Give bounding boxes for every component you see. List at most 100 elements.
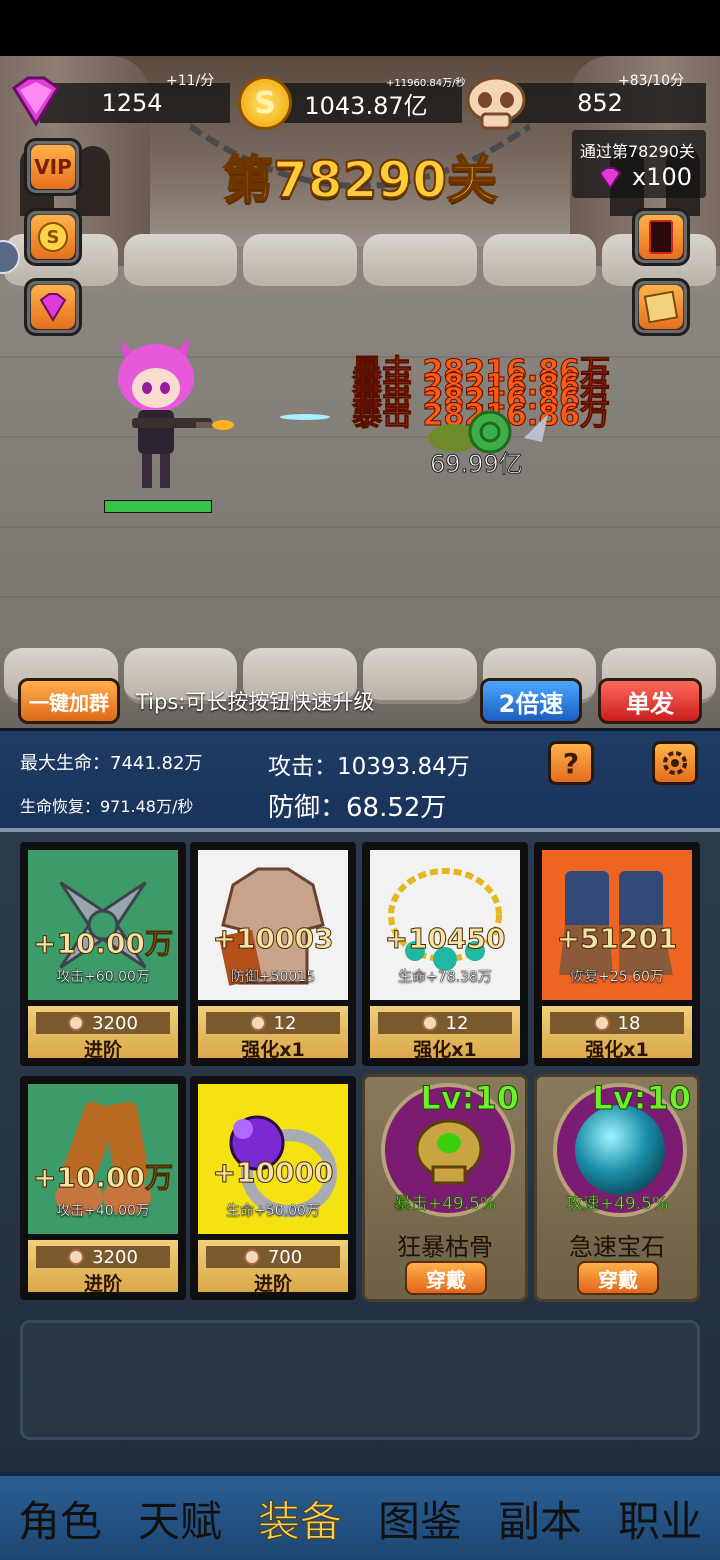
cost-value: 18 bbox=[617, 1012, 641, 1034]
equip-substat: 防御+50015 bbox=[230, 969, 316, 985]
gold-rate: +11960.84万/秒 bbox=[386, 78, 466, 89]
nav-collection[interactable]: 图鉴 bbox=[378, 1488, 462, 1549]
orb-icon bbox=[575, 1105, 665, 1195]
player-hp-fill bbox=[105, 501, 211, 512]
fire-mode-button[interactable]: 单发 bbox=[598, 678, 702, 724]
equip-substat: 攻击+40.00万 bbox=[56, 1203, 150, 1219]
join-group-button[interactable]: 一键加群 bbox=[18, 678, 120, 724]
equip-slot-boots[interactable]: +51201 恢复+25.60万 18 强化x1 bbox=[534, 842, 700, 1066]
card-button[interactable] bbox=[632, 208, 690, 266]
equip-gem-button[interactable]: 穿戴 bbox=[405, 1261, 487, 1295]
bottom-nav: 角色 天赋 装备 图鉴 副本 职业 bbox=[0, 1472, 720, 1560]
nav-equipment[interactable]: 装备 bbox=[257, 1488, 342, 1549]
player-hp-bar bbox=[104, 500, 212, 513]
gold-coin-icon: S bbox=[238, 76, 292, 130]
gold-count: 1043.87亿 bbox=[304, 91, 428, 120]
upgrade-action: 强化x1 bbox=[413, 1039, 477, 1061]
gem-slot-speed-gem[interactable]: Lv:10 攻速+49.5% 急速宝石 穿戴 bbox=[534, 1074, 700, 1302]
cards-collection-button[interactable] bbox=[632, 278, 690, 336]
nav-talent[interactable]: 天赋 bbox=[138, 1488, 222, 1549]
gem-icon bbox=[11, 76, 61, 127]
equip-slot-gloves[interactable]: +10.00万 攻击+40.00万 3200 进阶 bbox=[20, 1076, 186, 1300]
upgrade-action: 进阶 bbox=[253, 1273, 292, 1295]
equip-substat: 攻击+60.00万 bbox=[56, 969, 150, 985]
defense-stat: 防御：68.52万 bbox=[268, 793, 447, 823]
regen-stat: 生命恢复：971.48万/秒 bbox=[20, 797, 194, 816]
card-icon bbox=[649, 220, 673, 254]
help-button[interactable]: ? bbox=[548, 741, 594, 785]
cost-value: 12 bbox=[445, 1012, 469, 1034]
gem-level: Lv:10 bbox=[592, 1079, 692, 1118]
enemy-hp-text: 69.99亿 bbox=[430, 450, 524, 479]
upgrade-button[interactable]: 18 强化x1 bbox=[542, 1006, 692, 1061]
gear-icon bbox=[663, 751, 687, 775]
nav-dungeon[interactable]: 副本 bbox=[498, 1488, 582, 1549]
equip-slot-ring[interactable]: +10000 生命+50.00万 700 进阶 bbox=[190, 1076, 356, 1300]
vip-label: VIP bbox=[31, 145, 75, 189]
player-character bbox=[118, 338, 218, 488]
skull-icon bbox=[249, 1015, 266, 1031]
gem-slot-berserk-bone[interactable]: Lv:10 暴击+49.5% 狂暴枯骨 穿戴 bbox=[362, 1074, 528, 1302]
speed-button[interactable]: 2倍速 bbox=[480, 678, 582, 724]
upgrade-cost: 3200 bbox=[36, 1246, 170, 1268]
upgrade-cost: 700 bbox=[206, 1246, 340, 1268]
gold-shop-button[interactable]: S bbox=[24, 208, 82, 266]
tips-text: Tips:可长按按钮快速升级 bbox=[136, 690, 375, 714]
attack-stat: 攻击：10393.84万 bbox=[268, 754, 470, 780]
gem-bonus: 暴击+49.5% bbox=[393, 1194, 497, 1215]
gem-shop-button[interactable] bbox=[24, 278, 82, 336]
equip-plus: +10003 bbox=[212, 922, 334, 956]
upgrade-action: 强化x1 bbox=[585, 1039, 649, 1061]
equip-slot-necklace[interactable]: +10450 生命+78.38万 12 强化x1 bbox=[362, 842, 528, 1066]
upgrade-button[interactable]: 12 强化x1 bbox=[370, 1006, 520, 1061]
cost-value: 700 bbox=[267, 1246, 303, 1268]
settings-button[interactable] bbox=[652, 741, 698, 785]
gem-name: 急速宝石 bbox=[569, 1233, 665, 1261]
reward-amount: x100 bbox=[632, 163, 693, 191]
upgrade-button[interactable]: 3200 进阶 bbox=[28, 1240, 178, 1295]
vip-button[interactable]: VIP bbox=[24, 138, 82, 196]
equip-plus: +51201 bbox=[556, 922, 678, 956]
stage-title: 第78290关 bbox=[222, 150, 498, 210]
equip-slot-armor[interactable]: +10003 防御+50015 12 强化x1 bbox=[190, 842, 356, 1066]
stage-reward: 通过第78290关 x100 bbox=[572, 130, 706, 198]
equip-gem-button[interactable]: 穿戴 bbox=[577, 1261, 659, 1295]
upgrade-button[interactable]: 700 进阶 bbox=[198, 1240, 348, 1295]
gem-rate: +11/分 bbox=[166, 73, 215, 89]
bullet bbox=[280, 414, 330, 420]
equip-substat: 恢复+25.60万 bbox=[570, 969, 664, 985]
upgrade-cost: 12 bbox=[378, 1012, 512, 1034]
gem-bonus: 攻速+49.5% bbox=[565, 1194, 669, 1215]
skull-icon bbox=[243, 1249, 260, 1265]
equip-plus: +10450 bbox=[384, 922, 506, 956]
upgrade-action: 强化x1 bbox=[241, 1039, 305, 1061]
upgrade-action: 进阶 bbox=[83, 1039, 122, 1061]
equip-slot-weapon[interactable]: +10.00万 攻击+60.00万 3200 进阶 bbox=[20, 842, 186, 1066]
equip-plus: +10.00万 bbox=[32, 1161, 174, 1195]
upgrade-cost: 18 bbox=[550, 1012, 684, 1034]
nav-class[interactable]: 职业 bbox=[618, 1488, 702, 1549]
upgrade-cost: 3200 bbox=[36, 1012, 170, 1034]
cost-value: 3200 bbox=[92, 1012, 138, 1034]
upgrade-cost: 12 bbox=[206, 1012, 340, 1034]
upgrade-button[interactable]: 12 强化x1 bbox=[198, 1006, 348, 1061]
skull-count: 852 bbox=[577, 89, 623, 117]
skull-icon bbox=[421, 1015, 438, 1031]
gold-counter: 1043.87亿 bbox=[262, 83, 462, 123]
gem-count: 1254 bbox=[101, 89, 163, 117]
status-bar bbox=[0, 0, 720, 56]
skull-gem-icon bbox=[415, 1119, 483, 1185]
upgrade-button[interactable]: 3200 进阶 bbox=[28, 1006, 178, 1061]
skull-icon bbox=[68, 1249, 85, 1265]
skull-icon bbox=[68, 1015, 85, 1031]
nav-character[interactable]: 角色 bbox=[18, 1488, 102, 1549]
cost-value: 12 bbox=[273, 1012, 297, 1034]
muzzle-flash bbox=[212, 420, 234, 430]
coin-icon: S bbox=[38, 222, 68, 252]
gem-icon bbox=[39, 293, 67, 322]
back-wall-stones bbox=[0, 234, 720, 290]
cost-value: 3200 bbox=[92, 1246, 138, 1268]
gem-name: 狂暴枯骨 bbox=[397, 1233, 493, 1261]
equip-plus: +10000 bbox=[212, 1156, 334, 1190]
gem-icon bbox=[598, 167, 622, 190]
